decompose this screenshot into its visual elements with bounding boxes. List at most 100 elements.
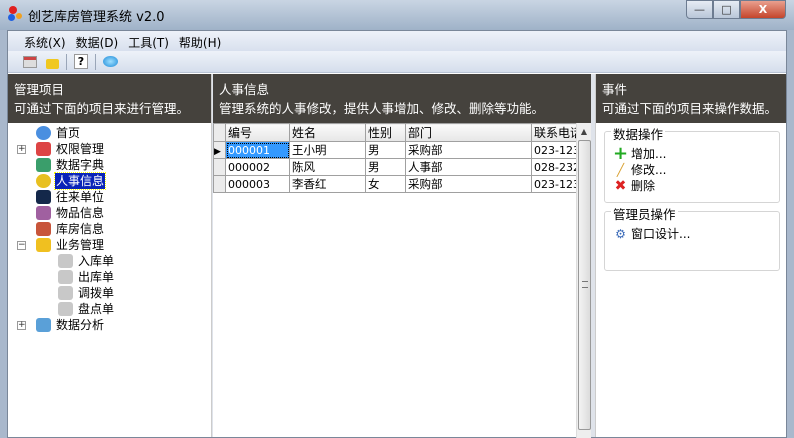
tree-node[interactable]: 数据字典 [8, 157, 211, 173]
action-group: 管理员操作 ⚙ 窗口设计... [604, 204, 780, 271]
house-icon [36, 222, 51, 236]
tree-node-label: 调拨单 [78, 286, 115, 300]
table-cell[interactable]: 023-123 [531, 141, 577, 159]
folder-icon [36, 238, 51, 252]
column-header[interactable]: 联系电话 [531, 123, 577, 142]
table-cell[interactable]: 男 [365, 158, 406, 176]
expand-icon[interactable]: + [17, 321, 26, 330]
row-header[interactable] [213, 158, 226, 176]
table-cell[interactable]: 000002 [225, 158, 290, 176]
checklist-icon [58, 270, 73, 284]
scroll-up-arrow-icon[interactable]: ▲ [577, 123, 591, 140]
chat-bubble-icon[interactable] [102, 54, 118, 70]
toolbar: ? [8, 51, 786, 73]
menu-data[interactable]: 数据(D) [76, 31, 125, 51]
row-header[interactable] [213, 175, 226, 193]
column-header[interactable]: 部门 [405, 123, 532, 142]
checklist-icon [58, 286, 73, 300]
column-header[interactable]: 性别 [365, 123, 406, 142]
table-cell[interactable]: 000001 [225, 141, 290, 159]
action-link[interactable]: ╱ 修改... [611, 162, 773, 178]
menu-help[interactable]: 帮助(H) [179, 31, 227, 51]
user-smiley-icon [36, 174, 51, 188]
table-cell[interactable]: 男 [365, 141, 406, 159]
action-link[interactable]: + 增加... [611, 143, 773, 164]
tree-node[interactable]: 库房信息 [8, 221, 211, 237]
tree-node[interactable]: 首页 [8, 125, 211, 141]
table-row[interactable]: ▶ 000001 王小明男采购部 023-123 [213, 141, 577, 159]
group-label: 数据操作 [611, 124, 666, 143]
management-panel: 管理项目可通过下面的项目来进行管理。 首页 + 权限管理数据字典 人事信息 往来单位 物品… [8, 74, 212, 437]
tree-node[interactable]: + 权限管理 [8, 141, 211, 157]
tree-node-label: 盘点单 [78, 302, 115, 316]
table-cell[interactable]: 023-123 [531, 175, 577, 193]
table-cell[interactable]: 采购部 [405, 175, 532, 193]
tree-node[interactable]: 物品信息 [8, 205, 211, 221]
expand-icon[interactable]: + [17, 145, 26, 154]
plus-icon: + [613, 143, 629, 164]
action-label: 删除 [631, 179, 656, 193]
menu-system[interactable]: 系统(X) [24, 31, 72, 51]
tree-node[interactable]: + 数据分析 [8, 317, 211, 333]
action-link[interactable]: ✖ 删除 [611, 178, 773, 194]
action-label: 增加... [631, 147, 667, 161]
tree-node-label: 往来单位 [56, 190, 105, 204]
action-group: 数据操作 + 增加... ╱ 修改... ✖ 删除 [604, 124, 780, 203]
tree-node[interactable]: 调拨单 [8, 285, 211, 301]
table-cell[interactable]: 采购部 [405, 141, 532, 159]
panel-subtitle: 管理系统的人事修改，提供人事增加、修改、删除等功能。 [219, 101, 545, 116]
personnel-panel: 人事信息 管理系统的人事修改，提供人事增加、修改、删除等功能。 编号 姓名 性别 部门联… [213, 74, 591, 438]
table-cell[interactable]: 王小明 [289, 141, 366, 159]
toolbar-separator [95, 53, 96, 70]
current-row-arrow-icon: ▶ [214, 147, 221, 157]
minimize-button[interactable]: — [686, 0, 713, 19]
table-row[interactable]: 000003 李香红女采购部 023-123 [213, 175, 577, 193]
lock-icon[interactable] [44, 54, 60, 70]
tree-node-label: 业务管理 [56, 238, 105, 252]
table-row[interactable]: 000002 陈风男人事部 028-232 [213, 158, 577, 176]
tree-node[interactable]: 入库单 [8, 253, 211, 269]
table-cell[interactable]: 人事部 [405, 158, 532, 176]
table-cell[interactable]: 陈风 [289, 158, 366, 176]
tree-node[interactable]: 人事信息 [8, 172, 211, 190]
nav-tree: 首页 + 权限管理数据字典 人事信息 往来单位 物品信息 库房信息 − 业务管理 入库单 出库单调拨… [8, 123, 211, 333]
column-header[interactable]: 编号 [225, 123, 290, 142]
vertical-scrollbar[interactable]: ▲ [576, 123, 591, 438]
delete-x-icon: ✖ [614, 178, 627, 194]
tree-node[interactable]: 出库单 [8, 269, 211, 285]
events-panel: 事件 可通过下面的项目来操作数据。 数据操作 + 增加... ╱ 修改... ✖ 删除 管理员操… [595, 74, 786, 437]
tree-node-label: 数据字典 [56, 158, 105, 172]
row-header[interactable]: ▶ [213, 141, 226, 159]
calendar-icon[interactable] [22, 54, 38, 70]
checklist-icon [58, 302, 73, 316]
help-icon[interactable]: ? [73, 54, 89, 70]
tree-node-label: 出库单 [78, 270, 115, 284]
window-settings-icon: ⚙ [615, 227, 626, 241]
scrollbar-thumb[interactable] [578, 140, 591, 430]
toolbar-separator [66, 53, 67, 70]
table-cell[interactable]: 李香红 [289, 175, 366, 193]
books-icon [36, 158, 51, 172]
table-cell[interactable]: 028-232 [531, 158, 577, 176]
tree-node[interactable]: 盘点单 [8, 301, 211, 317]
column-header[interactable]: 姓名 [289, 123, 366, 142]
table-cell[interactable]: 女 [365, 175, 406, 193]
chart-icon [36, 318, 51, 332]
tree-node-label: 权限管理 [56, 142, 105, 156]
collapse-icon[interactable]: − [17, 241, 26, 250]
personnel-grid: 编号姓名性别部门联系电话 ▶000001王小明男采购部023-123000002… [213, 123, 591, 438]
tree-node-label: 首页 [56, 126, 81, 140]
tree-node[interactable]: − 业务管理 [8, 237, 211, 253]
tree-node[interactable]: 往来单位 [8, 189, 211, 205]
table-cell[interactable]: 000003 [225, 175, 290, 193]
panel-subtitle: 可通过下面的项目来进行管理。 [14, 101, 190, 116]
action-link[interactable]: ⚙ 窗口设计... [611, 226, 773, 242]
maximize-button[interactable]: □ [713, 0, 740, 19]
pencil-icon: ╱ [616, 163, 625, 177]
monitor-icon [36, 190, 51, 204]
app-icon [8, 6, 24, 22]
close-button[interactable]: X [740, 0, 786, 19]
panel-title: 管理项目 [14, 82, 65, 97]
menu-tools[interactable]: 工具(T) [128, 31, 175, 51]
main-window: 系统(X) 数据(D) 工具(T) 帮助(H) ? 管理项目可通过下面的项目来进… [7, 30, 787, 438]
